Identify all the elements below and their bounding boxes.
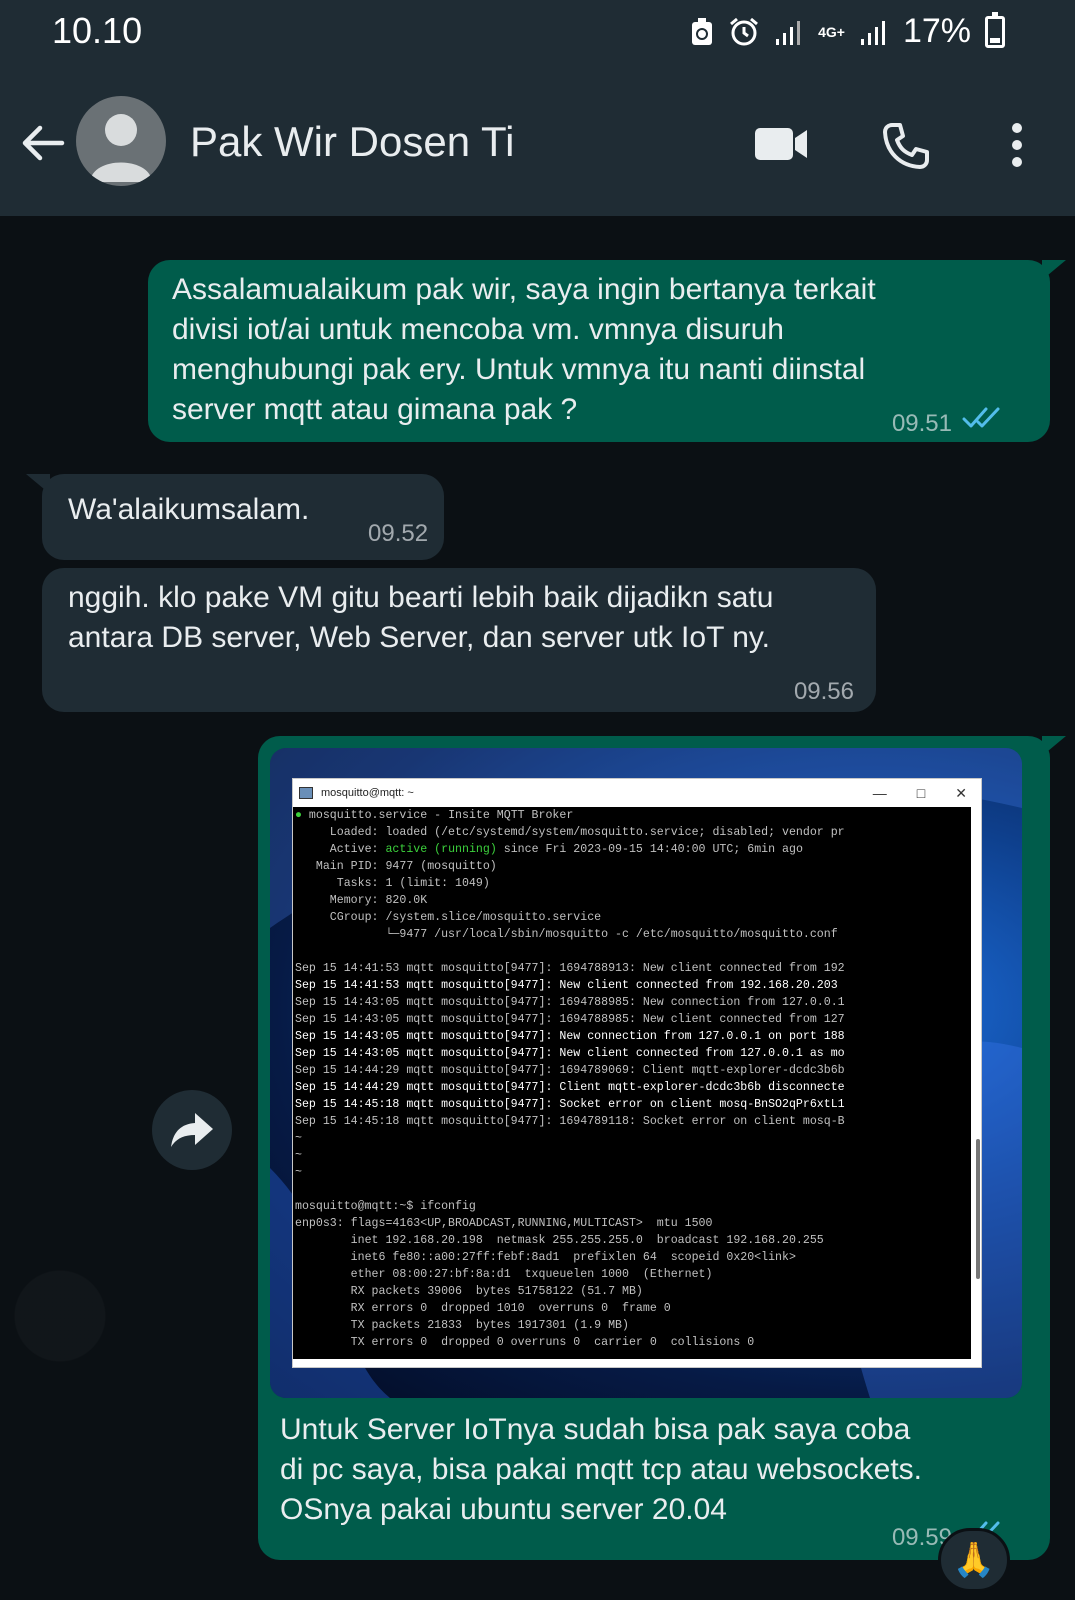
- video-call-icon[interactable]: [755, 126, 809, 162]
- chat-area[interactable]: Assalamualaikum pak wir, saya ingin bert…: [0, 216, 1075, 1600]
- message-outgoing[interactable]: Assalamualaikum pak wir, saya ingin bert…: [148, 260, 1066, 442]
- forward-button[interactable]: [152, 1090, 232, 1170]
- battery-icon: [985, 11, 1005, 48]
- contact-name[interactable]: Pak Wir Dosen Ti: [190, 118, 514, 166]
- message-text-line: di pc saya, bisa pakai mqtt tcp atau web…: [280, 1453, 922, 1486]
- phone-call-icon[interactable]: [882, 122, 930, 170]
- terminal-line: enp0s3: flags=4163<UP,BROADCAST,RUNNING,…: [295, 1217, 713, 1230]
- forward-icon: [171, 1113, 213, 1147]
- message-text-line: antara DB server, Web Server, dan server…: [68, 621, 770, 654]
- message-time: 09.52: [368, 520, 429, 547]
- bubble-tail: [1042, 736, 1066, 756]
- avatar[interactable]: [76, 96, 166, 186]
- message-time: 09.51: [891, 410, 952, 437]
- signal-icon: [776, 20, 801, 45]
- terminal-line: Sep 15 14:41:53 mqtt mosquitto[9477]: Ne…: [295, 979, 838, 992]
- screenshot-image[interactable]: mosquitto@mqtt: ~ — □ ✕ ● mosquitto.serv…: [270, 748, 1022, 1398]
- terminal-line: ~: [295, 1166, 302, 1179]
- active-status-text: active (running): [385, 843, 497, 856]
- message-incoming[interactable]: Wa'alaikumsalam. 09.52: [26, 474, 444, 560]
- message-time: 09.56: [793, 678, 854, 705]
- terminal-line: RX packets 39006 bytes 51758122 (51.7 MB…: [295, 1285, 643, 1298]
- terminal-output: ● mosquitto.service - Insite MQTT Broker…: [293, 807, 971, 1359]
- terminal-line: Sep 15 14:41:53 mqtt mosquitto[9477]: 16…: [295, 962, 845, 975]
- terminal-line: ~: [295, 1149, 302, 1162]
- alarm-icon: [730, 17, 759, 45]
- terminal-line: ether 08:00:27:bf:8a:d1 txqueuelen 1000 …: [295, 1268, 713, 1281]
- terminal-line: Sep 15 14:44:29 mqtt mosquitto[9477]: 16…: [295, 1064, 845, 1077]
- terminal-line: Sep 15 14:45:18 mqtt mosquitto[9477]: So…: [295, 1098, 845, 1111]
- terminal-line: ● mosquitto.service - Insite MQTT Broker: [295, 809, 574, 822]
- reaction-badge[interactable]: 🙏: [938, 1528, 1010, 1592]
- message-text-line: OSnya pakai ubuntu server 20.04: [280, 1493, 727, 1526]
- terminal-line: Memory: 820.0K: [295, 894, 428, 907]
- bubble-tail: [26, 474, 50, 494]
- network-type: 4G+: [818, 23, 845, 40]
- message-text-line: Assalamualaikum pak wir, saya ingin bert…: [172, 273, 876, 306]
- putty-icon: [299, 787, 313, 799]
- status-time: 10.10: [52, 10, 143, 51]
- terminal-line: mosquitto@mqtt:~$ ifconfig: [295, 1200, 476, 1213]
- message-text-line: divisi iot/ai untuk mencoba vm. vmnya di…: [172, 313, 784, 346]
- terminal-line: Tasks: 1 (limit: 1049): [295, 877, 490, 890]
- terminal-line: RX errors 0 dropped 1010 overruns 0 fram…: [295, 1302, 671, 1315]
- terminal-scrollbar[interactable]: [976, 1139, 980, 1279]
- terminal-line: CGroup: /system.slice/mosquitto.service: [295, 911, 602, 924]
- battery-percent: 17%: [902, 12, 971, 50]
- terminal-line: Sep 15 14:43:05 mqtt mosquitto[9477]: 16…: [295, 1013, 845, 1026]
- terminal-titlebar: mosquitto@mqtt: ~ — □ ✕: [293, 779, 981, 807]
- terminal-line: Active: active (running) since Fri 2023-…: [295, 843, 803, 856]
- message-text-line: Wa'alaikumsalam.: [68, 493, 310, 526]
- terminal-line: Sep 15 14:43:05 mqtt mosquitto[9477]: Ne…: [295, 1030, 845, 1043]
- terminal-line: TX errors 0 dropped 0 overruns 0 carrier…: [295, 1336, 755, 1349]
- signal-icon-2: [860, 20, 885, 45]
- app-header: 10.10 4G+ 17% Pak Wir Dosen Ti: [0, 0, 1075, 216]
- message-incoming[interactable]: nggih. klo pake VM gitu bearti lebih bai…: [42, 568, 876, 712]
- message-text-line: server mqtt atau gimana pak ?: [172, 393, 578, 426]
- read-ticks-icon: [962, 407, 1000, 428]
- back-arrow-icon[interactable]: [18, 118, 68, 168]
- terminal-line: Sep 15 14:44:29 mqtt mosquitto[9477]: Cl…: [295, 1081, 845, 1094]
- terminal-line: inet6 fe80::a00:27ff:febf:8ad1 prefixlen…: [295, 1251, 796, 1264]
- terminal-window[interactable]: mosquitto@mqtt: ~ — □ ✕ ● mosquitto.serv…: [292, 778, 982, 1368]
- terminal-line: Sep 15 14:43:05 mqtt mosquitto[9477]: 16…: [295, 996, 845, 1009]
- terminal-line: └─9477 /usr/local/sbin/mosquitto -c /etc…: [295, 928, 838, 941]
- more-options-icon[interactable]: [1010, 122, 1024, 168]
- message-outgoing-image[interactable]: mosquitto@mqtt: ~ — □ ✕ ● mosquitto.serv…: [258, 736, 1066, 1560]
- terminal-line: Loaded: loaded (/etc/systemd/system/mosq…: [295, 826, 845, 839]
- status-icons: 4G+ 17%: [690, 11, 1005, 51]
- message-text-line: nggih. klo pake VM gitu bearti lebih bai…: [68, 581, 774, 614]
- terminal-line: Main PID: 9477 (mosquitto): [295, 860, 497, 873]
- message-text-line: Untuk Server IoTnya sudah bisa pak saya …: [280, 1413, 911, 1446]
- default-avatar-icon: [90, 114, 152, 182]
- bubble-tail: [1042, 260, 1066, 280]
- terminal-line: TX packets 21833 bytes 1917301 (1.9 MB): [295, 1319, 629, 1332]
- message-text-line: menghubungi pak ery. Untuk vmnya itu nan…: [172, 353, 866, 386]
- terminal-line: Sep 15 14:45:18 mqtt mosquitto[9477]: 16…: [295, 1115, 845, 1128]
- terminal-line: Sep 15 14:43:05 mqtt mosquitto[9477]: Ne…: [295, 1047, 845, 1060]
- status-dot-icon: ●: [295, 809, 302, 822]
- recycle-notification-icon: [692, 17, 713, 45]
- terminal-line: inet 192.168.20.198 netmask 255.255.255.…: [295, 1234, 824, 1247]
- terminal-line: ~: [295, 1132, 302, 1145]
